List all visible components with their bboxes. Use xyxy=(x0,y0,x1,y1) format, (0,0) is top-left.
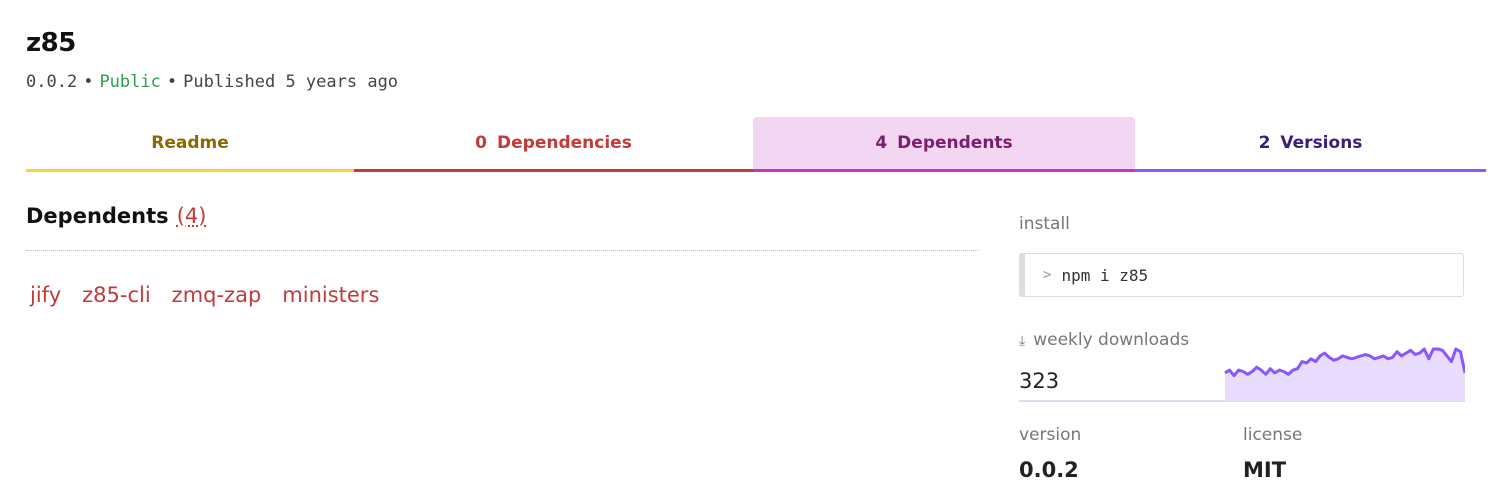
divider xyxy=(26,250,978,251)
dependents-heading: Dependents (4) xyxy=(26,204,206,228)
tab-dependents-count: 4 xyxy=(875,133,888,153)
package-tabs: Readme 0 Dependencies 4 Dependents 2 Versio… xyxy=(26,117,1486,172)
tab-dependents[interactable]: 4 Dependents xyxy=(753,117,1135,172)
dependent-link-zmq-zap[interactable]: zmq-zap xyxy=(172,283,262,307)
license-label: license xyxy=(1243,425,1303,445)
dependents-list: jify z85-cli zmq-zap ministers xyxy=(30,283,379,307)
meta-separator: • xyxy=(166,72,178,92)
dependent-link-ministers[interactable]: ministers xyxy=(282,283,379,307)
dependent-link-z85-cli[interactable]: z85-cli xyxy=(82,283,151,307)
dependents-heading-label: Dependents xyxy=(26,204,169,228)
dependents-count: (4) xyxy=(176,204,207,228)
version-label: version xyxy=(1019,425,1082,445)
tab-dependencies[interactable]: 0 Dependencies xyxy=(354,117,753,172)
visibility-badge: Public xyxy=(99,72,161,92)
tab-versions-label: Versions xyxy=(1280,133,1363,153)
install-command-box[interactable]: > npm i z85 xyxy=(1019,253,1464,297)
published-date: Published 5 years ago xyxy=(183,72,399,92)
tab-versions[interactable]: 2 Versions xyxy=(1135,117,1486,172)
install-label: install xyxy=(1019,214,1070,234)
tab-dependencies-count: 0 xyxy=(475,133,488,153)
tab-versions-count: 2 xyxy=(1258,133,1271,153)
prompt-icon: > xyxy=(1043,267,1052,283)
tab-dependents-label: Dependents xyxy=(897,133,1013,153)
package-version: 0.0.2 xyxy=(26,72,78,92)
license-value: MIT xyxy=(1243,458,1287,482)
tab-readme[interactable]: Readme xyxy=(26,117,354,172)
package-meta: 0.0.2 • Public • Published 5 years ago xyxy=(26,72,398,92)
version-value: 0.0.2 xyxy=(1019,458,1079,482)
downloads-sparkline xyxy=(1019,347,1465,402)
meta-separator: • xyxy=(83,72,94,92)
tab-dependencies-label: Dependencies xyxy=(497,133,632,153)
dependent-link-jify[interactable]: jify xyxy=(30,283,61,307)
install-command[interactable]: npm i z85 xyxy=(1061,266,1148,285)
tab-readme-label: Readme xyxy=(151,133,229,153)
package-title: z85 xyxy=(26,28,76,58)
